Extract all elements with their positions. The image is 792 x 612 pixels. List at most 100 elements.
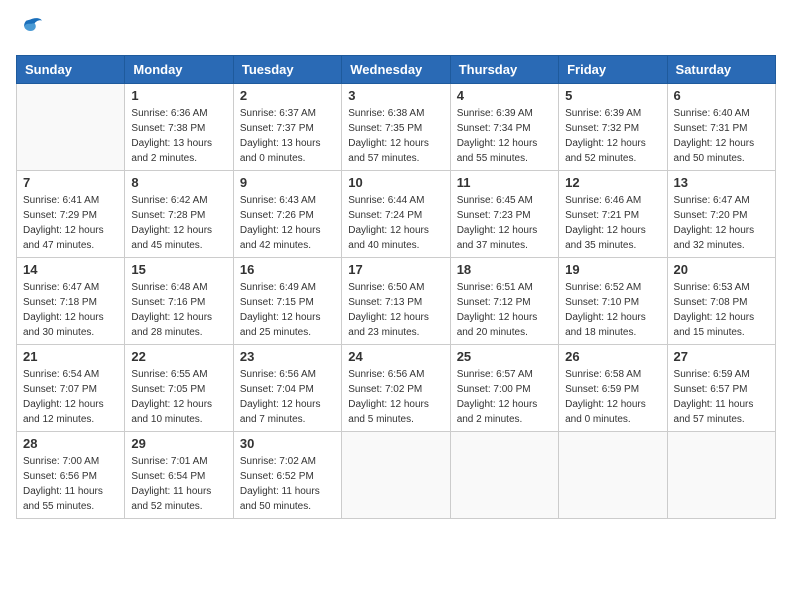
day-number: 28: [23, 436, 118, 451]
day-number: 21: [23, 349, 118, 364]
calendar-cell: 27Sunrise: 6:59 AM Sunset: 6:57 PM Dayli…: [667, 345, 775, 432]
day-number: 14: [23, 262, 118, 277]
calendar-cell: 4Sunrise: 6:39 AM Sunset: 7:34 PM Daylig…: [450, 84, 558, 171]
day-info: Sunrise: 6:44 AM Sunset: 7:24 PM Dayligh…: [348, 193, 443, 253]
day-number: 19: [565, 262, 660, 277]
calendar-week-row: 28 Sunrise: 7:00 AM Sunset: 6:56 PM Dayli…: [17, 432, 776, 519]
calendar-week-row: 1 Sunrise: 6:36 AM Sunset: 7:38 PM Daylig…: [17, 84, 776, 171]
calendar-cell: 23 Sunrise: 6:56 AM Sunset: 7:04 PM Dayli…: [233, 345, 341, 432]
day-number: 10: [348, 175, 443, 190]
day-info: Sunrise: 6:47 AM Sunset: 7:18 PM Dayligh…: [23, 280, 118, 340]
day-number: 23: [240, 349, 335, 364]
calendar-cell: 3 Sunrise: 6:38 AM Sunset: 7:35 PM Daylig…: [342, 84, 450, 171]
day-number: 13: [674, 175, 769, 190]
day-info: Sunrise: 6:42 AM Sunset: 7:28 PM Dayligh…: [131, 193, 226, 253]
day-number: 17: [348, 262, 443, 277]
day-number: 29: [131, 436, 226, 451]
calendar-cell: [667, 432, 775, 519]
day-number: 8: [131, 175, 226, 190]
day-number: 1: [131, 88, 226, 103]
day-info: Sunrise: 6:49 AM Sunset: 7:15 PM Dayligh…: [240, 280, 335, 340]
day-info: Sunrise: 7:00 AM Sunset: 6:56 PM Dayligh…: [23, 454, 118, 514]
calendar-cell: 25Sunrise: 6:57 AM Sunset: 7:00 PM Dayli…: [450, 345, 558, 432]
calendar-cell: 22Sunrise: 6:55 AM Sunset: 7:05 PM Dayli…: [125, 345, 233, 432]
calendar-cell: 19 Sunrise: 6:52 AM Sunset: 7:10 PM Dayli…: [559, 258, 667, 345]
calendar-header-day: Tuesday: [233, 56, 341, 84]
calendar-cell: 8 Sunrise: 6:42 AM Sunset: 7:28 PM Daylig…: [125, 171, 233, 258]
day-info: Sunrise: 6:59 AM Sunset: 6:57 PM Dayligh…: [674, 367, 769, 427]
day-info: Sunrise: 6:39 AM Sunset: 7:32 PM Dayligh…: [565, 106, 660, 166]
logo-bird-icon: [16, 16, 44, 38]
calendar-cell: 7Sunrise: 6:41 AM Sunset: 7:29 PM Daylig…: [17, 171, 125, 258]
calendar-cell: 20Sunrise: 6:53 AM Sunset: 7:08 PM Dayli…: [667, 258, 775, 345]
calendar-week-row: 14 Sunrise: 6:47 AM Sunset: 7:18 PM Dayli…: [17, 258, 776, 345]
day-number: 24: [348, 349, 443, 364]
calendar-cell: 5 Sunrise: 6:39 AM Sunset: 7:32 PM Daylig…: [559, 84, 667, 171]
calendar-header-day: Thursday: [450, 56, 558, 84]
calendar-week-row: 21 Sunrise: 6:54 AM Sunset: 7:07 PM Dayli…: [17, 345, 776, 432]
day-number: 7: [23, 175, 118, 190]
calendar-cell: 9 Sunrise: 6:43 AM Sunset: 7:26 PM Daylig…: [233, 171, 341, 258]
calendar-cell: 30Sunrise: 7:02 AM Sunset: 6:52 PM Dayli…: [233, 432, 341, 519]
calendar-cell: [450, 432, 558, 519]
calendar-cell: 18 Sunrise: 6:51 AM Sunset: 7:12 PM Dayli…: [450, 258, 558, 345]
day-info: Sunrise: 6:53 AM Sunset: 7:08 PM Dayligh…: [674, 280, 769, 340]
logo: [16, 16, 48, 43]
page-header: [16, 16, 776, 43]
calendar-header-day: Friday: [559, 56, 667, 84]
calendar-cell: [17, 84, 125, 171]
day-number: 22: [131, 349, 226, 364]
day-info: Sunrise: 6:54 AM Sunset: 7:07 PM Dayligh…: [23, 367, 118, 427]
day-number: 9: [240, 175, 335, 190]
calendar-cell: 17 Sunrise: 6:50 AM Sunset: 7:13 PM Dayli…: [342, 258, 450, 345]
calendar-cell: 26Sunrise: 6:58 AM Sunset: 6:59 PM Dayli…: [559, 345, 667, 432]
day-info: Sunrise: 6:37 AM Sunset: 7:37 PM Dayligh…: [240, 106, 335, 166]
day-info: Sunrise: 6:51 AM Sunset: 7:12 PM Dayligh…: [457, 280, 552, 340]
calendar-cell: 1 Sunrise: 6:36 AM Sunset: 7:38 PM Daylig…: [125, 84, 233, 171]
calendar-cell: 12Sunrise: 6:46 AM Sunset: 7:21 PM Dayli…: [559, 171, 667, 258]
calendar-body: 1 Sunrise: 6:36 AM Sunset: 7:38 PM Daylig…: [17, 84, 776, 519]
day-number: 18: [457, 262, 552, 277]
calendar-cell: [559, 432, 667, 519]
calendar-cell: 21 Sunrise: 6:54 AM Sunset: 7:07 PM Dayli…: [17, 345, 125, 432]
day-number: 30: [240, 436, 335, 451]
day-info: Sunrise: 6:46 AM Sunset: 7:21 PM Dayligh…: [565, 193, 660, 253]
calendar-cell: 24 Sunrise: 6:56 AM Sunset: 7:02 PM Dayli…: [342, 345, 450, 432]
calendar-cell: 2 Sunrise: 6:37 AM Sunset: 7:37 PM Daylig…: [233, 84, 341, 171]
day-info: Sunrise: 6:56 AM Sunset: 7:04 PM Dayligh…: [240, 367, 335, 427]
calendar-cell: 28 Sunrise: 7:00 AM Sunset: 6:56 PM Dayli…: [17, 432, 125, 519]
day-number: 6: [674, 88, 769, 103]
day-number: 2: [240, 88, 335, 103]
day-number: 3: [348, 88, 443, 103]
calendar-cell: [342, 432, 450, 519]
day-info: Sunrise: 6:48 AM Sunset: 7:16 PM Dayligh…: [131, 280, 226, 340]
day-info: Sunrise: 6:47 AM Sunset: 7:20 PM Dayligh…: [674, 193, 769, 253]
day-number: 5: [565, 88, 660, 103]
calendar-cell: 29 Sunrise: 7:01 AM Sunset: 6:54 PM Dayli…: [125, 432, 233, 519]
day-number: 25: [457, 349, 552, 364]
calendar-table: SundayMondayTuesdayWednesdayThursdayFrid…: [16, 55, 776, 519]
day-info: Sunrise: 6:56 AM Sunset: 7:02 PM Dayligh…: [348, 367, 443, 427]
day-info: Sunrise: 6:58 AM Sunset: 6:59 PM Dayligh…: [565, 367, 660, 427]
day-info: Sunrise: 7:01 AM Sunset: 6:54 PM Dayligh…: [131, 454, 226, 514]
calendar-cell: 14 Sunrise: 6:47 AM Sunset: 7:18 PM Dayli…: [17, 258, 125, 345]
calendar-cell: 11Sunrise: 6:45 AM Sunset: 7:23 PM Dayli…: [450, 171, 558, 258]
calendar-header-day: Sunday: [17, 56, 125, 84]
day-info: Sunrise: 6:50 AM Sunset: 7:13 PM Dayligh…: [348, 280, 443, 340]
day-number: 15: [131, 262, 226, 277]
calendar-cell: 15 Sunrise: 6:48 AM Sunset: 7:16 PM Dayli…: [125, 258, 233, 345]
calendar-cell: 6 Sunrise: 6:40 AM Sunset: 7:31 PM Daylig…: [667, 84, 775, 171]
calendar-cell: 16 Sunrise: 6:49 AM Sunset: 7:15 PM Dayli…: [233, 258, 341, 345]
day-info: Sunrise: 6:43 AM Sunset: 7:26 PM Dayligh…: [240, 193, 335, 253]
day-info: Sunrise: 6:36 AM Sunset: 7:38 PM Dayligh…: [131, 106, 226, 166]
day-number: 16: [240, 262, 335, 277]
day-info: Sunrise: 6:38 AM Sunset: 7:35 PM Dayligh…: [348, 106, 443, 166]
calendar-header-day: Monday: [125, 56, 233, 84]
calendar-cell: 10 Sunrise: 6:44 AM Sunset: 7:24 PM Dayli…: [342, 171, 450, 258]
calendar-header-day: Saturday: [667, 56, 775, 84]
day-number: 11: [457, 175, 552, 190]
day-info: Sunrise: 6:40 AM Sunset: 7:31 PM Dayligh…: [674, 106, 769, 166]
day-info: Sunrise: 6:52 AM Sunset: 7:10 PM Dayligh…: [565, 280, 660, 340]
calendar-week-row: 7Sunrise: 6:41 AM Sunset: 7:29 PM Daylig…: [17, 171, 776, 258]
day-number: 4: [457, 88, 552, 103]
